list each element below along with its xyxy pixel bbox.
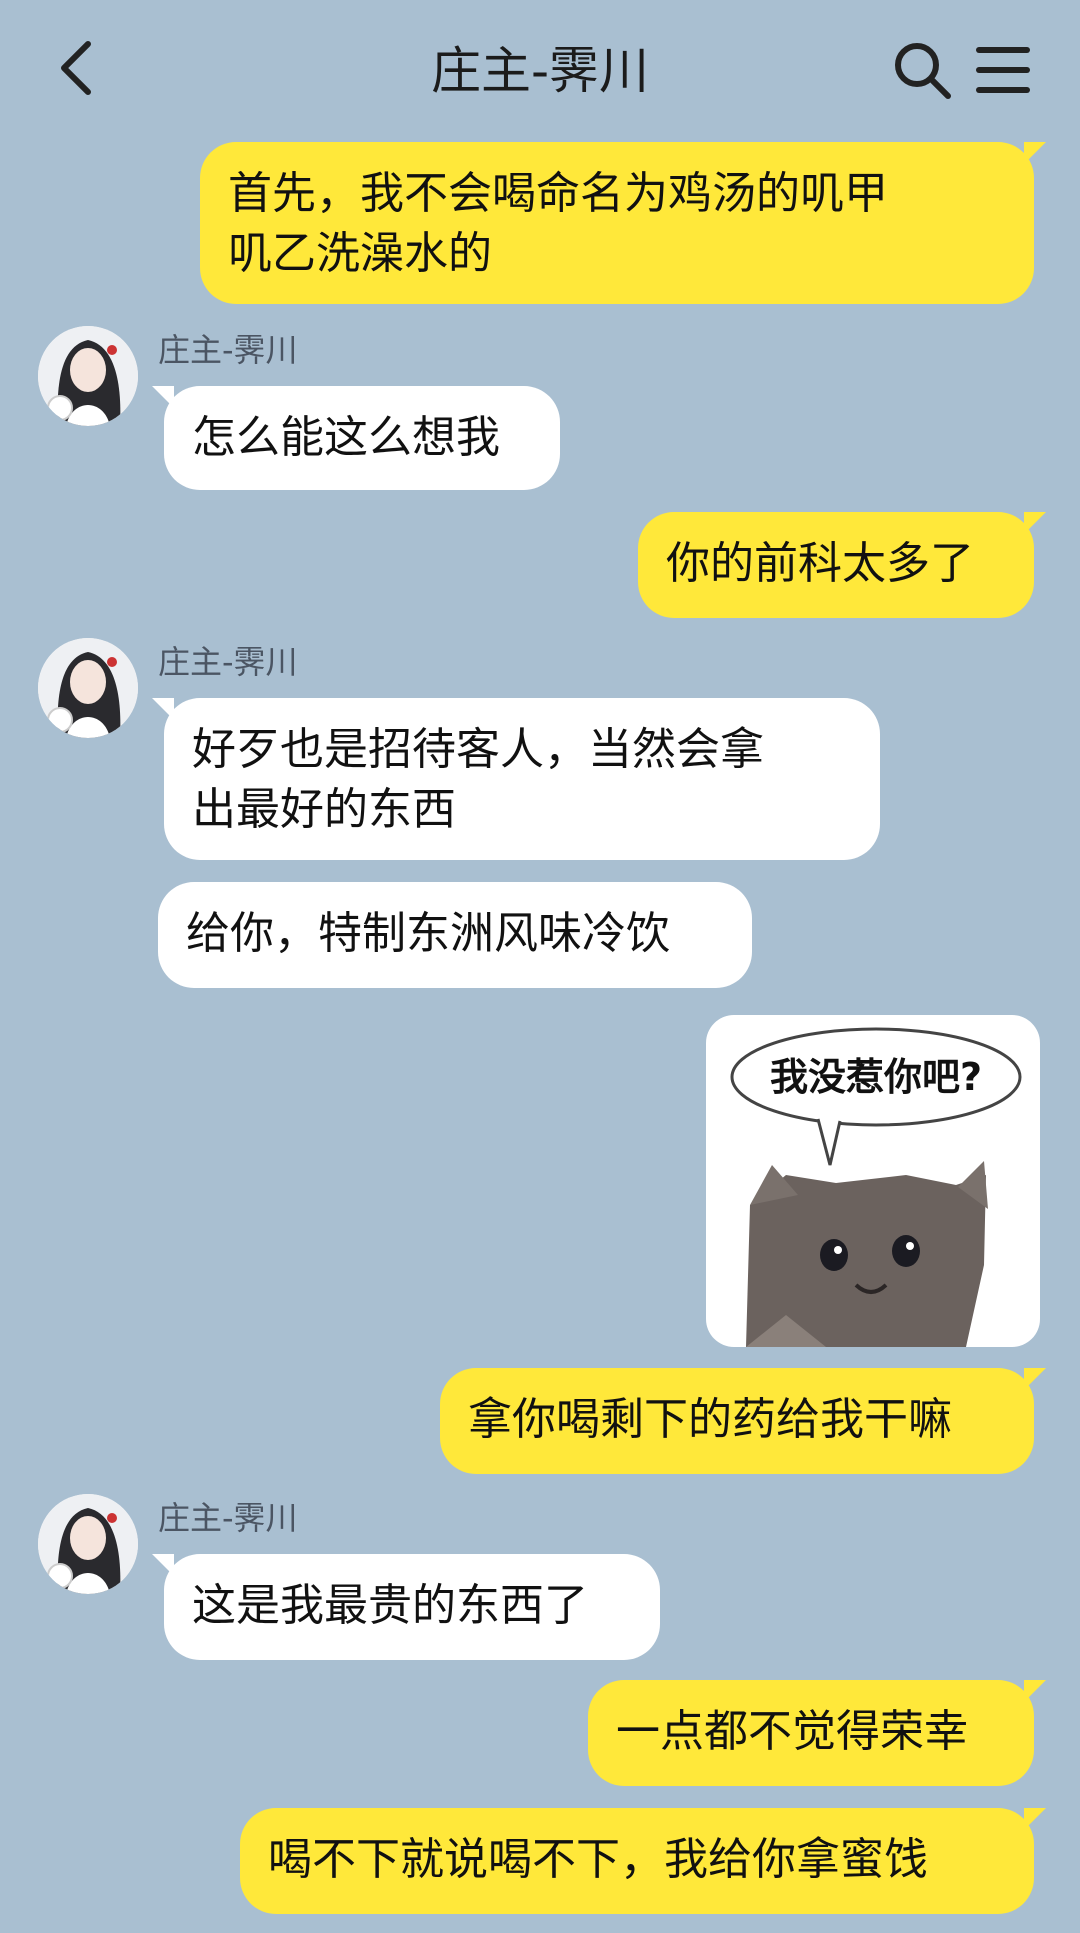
menu-button[interactable] — [975, 42, 1031, 98]
message-bubble-me[interactable]: 一点都不觉得荣幸 — [588, 1680, 1034, 1786]
message-text: 这是我最贵的东西了 — [192, 1580, 588, 1631]
top-bar: 庄主-霁川 — [0, 0, 1080, 140]
message-text: 怎么能这么想我 — [192, 412, 500, 463]
message-bubble-me[interactable]: 喝不下就说喝不下，我给你拿蜜饯 — [240, 1808, 1034, 1914]
contact-avatar[interactable] — [38, 1494, 138, 1594]
message-text: 拿你喝剩下的药给我干嘛 — [468, 1394, 952, 1445]
message-bubble-them[interactable]: 这是我最贵的东西了 — [152, 1554, 660, 1660]
message-bubble-me[interactable]: 首先，我不会喝命名为鸡汤的叽甲 叽乙洗澡水的 — [200, 142, 1034, 304]
avatar-image — [38, 1494, 138, 1594]
message-bubble-me[interactable]: 你的前科太多了 — [638, 512, 1034, 618]
message-bubble-them[interactable]: 怎么能这么想我 — [152, 386, 560, 490]
message-text: 你的前科太多了 — [666, 538, 974, 589]
sender-name: 庄主-霁川 — [158, 643, 298, 681]
sender-name: 庄主-霁川 — [158, 1499, 298, 1537]
menu-icon — [976, 47, 1030, 93]
message-text: 给你，特制东洲风味冷饮 — [186, 908, 670, 959]
message-text: 一点都不觉得荣幸 — [616, 1706, 968, 1757]
message-text: 喝不下就说喝不下，我给你拿蜜饯 — [268, 1834, 928, 1885]
message-bubble-them[interactable]: 好歹也是招待客人，当然会拿 出最好的东西 — [152, 698, 880, 860]
message-text: 首先，我不会喝命名为鸡汤的叽甲 叽乙洗澡水的 — [228, 168, 888, 279]
search-icon — [895, 43, 951, 99]
sticker-image[interactable]: 我没惹你吧? — [706, 1015, 1040, 1347]
message-bubble-them[interactable]: 给你，特制东洲风味冷饮 — [158, 882, 752, 988]
message-bubble-me[interactable]: 拿你喝剩下的药给我干嘛 — [440, 1368, 1034, 1474]
sticker-caption: 我没惹你吧? — [769, 1055, 983, 1099]
sender-name: 庄主-霁川 — [158, 331, 298, 369]
contact-avatar[interactable] — [38, 638, 138, 738]
contact-avatar[interactable] — [38, 326, 138, 426]
message-text: 好歹也是招待客人，当然会拿 出最好的东西 — [192, 724, 764, 835]
search-button[interactable] — [890, 38, 954, 102]
avatar-image — [38, 638, 138, 738]
avatar-image — [38, 326, 138, 426]
